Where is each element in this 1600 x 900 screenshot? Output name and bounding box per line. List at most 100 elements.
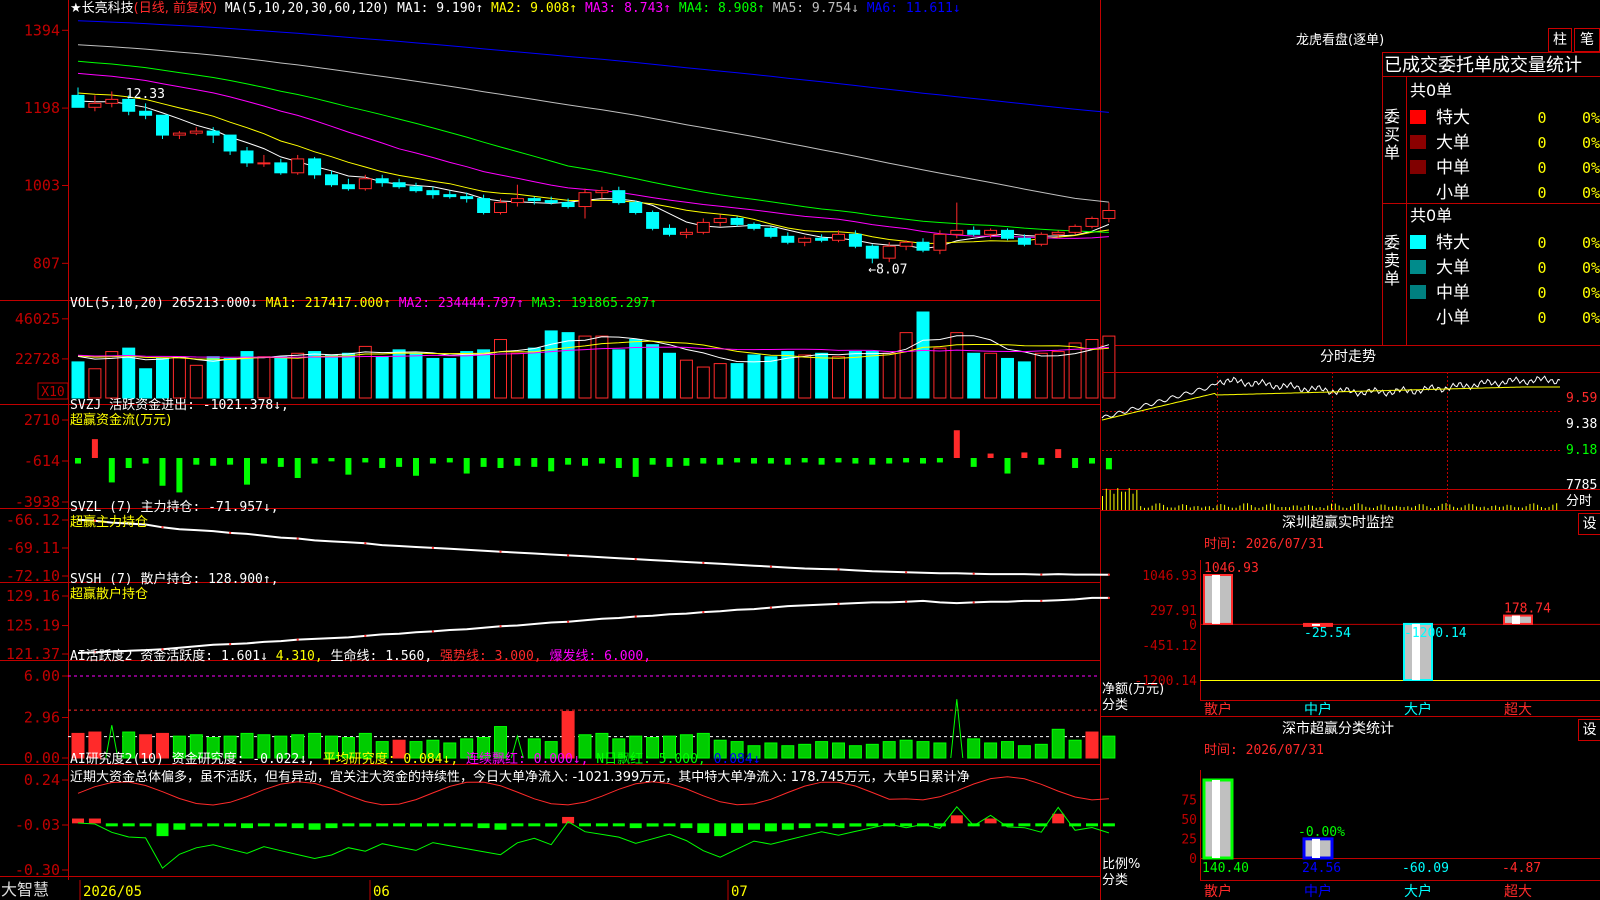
volume-bar bbox=[696, 366, 710, 399]
research-bar bbox=[173, 823, 186, 830]
classify-tick-label: 0 bbox=[1189, 852, 1197, 867]
intraday-volume-bar bbox=[1105, 488, 1107, 510]
research-bar bbox=[714, 823, 727, 837]
intraday-volume-bar bbox=[1441, 503, 1443, 510]
ma-line-2 bbox=[77, 92, 1109, 245]
intraday-volume-bar bbox=[1537, 504, 1539, 510]
candle-body bbox=[88, 102, 102, 108]
intraday-volume-bar bbox=[1113, 493, 1115, 510]
sell-orders-label: 委卖单 bbox=[1384, 233, 1401, 288]
monitor-ylabel: 净额(万元) bbox=[1102, 682, 1165, 697]
intraday-volume-bar bbox=[1178, 505, 1180, 510]
flow-bar bbox=[345, 458, 352, 475]
candle-body bbox=[443, 194, 457, 198]
svzl-dot bbox=[364, 542, 367, 545]
monitor-value-label: -25.54 bbox=[1304, 626, 1351, 641]
research-bar bbox=[494, 823, 507, 830]
volume-bar bbox=[629, 339, 643, 399]
intraday-volume-bar bbox=[1491, 505, 1493, 510]
intraday-volume-bar bbox=[1216, 505, 1218, 510]
volume-bar bbox=[798, 354, 812, 399]
volume-bar bbox=[663, 352, 676, 399]
intraday-volume-bar bbox=[1453, 506, 1455, 510]
ai2-v3: 连续飘红: 0.000↓, bbox=[466, 752, 589, 767]
flow-bar bbox=[903, 458, 910, 463]
sell-row-name: 小单 bbox=[1436, 308, 1470, 328]
volume-bar bbox=[815, 352, 829, 399]
flow-bar bbox=[767, 458, 774, 464]
intraday-volume-bar bbox=[1430, 507, 1432, 510]
volume-bar bbox=[392, 349, 406, 399]
intraday-volume-bar bbox=[1445, 503, 1447, 510]
flow-bar bbox=[751, 458, 757, 464]
volume-bar bbox=[223, 357, 237, 399]
candle-body bbox=[696, 221, 710, 233]
intraday-volume-bar bbox=[1243, 503, 1245, 510]
intraday-volume-bar bbox=[1548, 506, 1550, 510]
flow-bar bbox=[311, 458, 318, 464]
monitor-tick-label: 1046.93 bbox=[1142, 569, 1197, 584]
sell-row-pct: 0% bbox=[1582, 309, 1600, 327]
classify-settings-button[interactable]: 设 bbox=[1578, 719, 1600, 741]
research-bar bbox=[443, 823, 456, 827]
flow-bar bbox=[1105, 458, 1112, 470]
intraday-volume-bar bbox=[1456, 507, 1458, 510]
ai2-comment: 近期大资金总体偏多，虽不活跃，但有异动，宜关注大资金的持续性，今日大单净流入: … bbox=[70, 770, 970, 785]
research-bar bbox=[984, 818, 997, 824]
tick-mode-button[interactable]: 笔 bbox=[1574, 28, 1600, 52]
research-bar bbox=[612, 823, 625, 827]
bar-mode-button[interactable]: 柱 bbox=[1548, 28, 1572, 52]
svzj-tick-label: -614 bbox=[24, 452, 60, 470]
intraday-volume-bar bbox=[1277, 507, 1279, 510]
volume-bar bbox=[325, 354, 338, 399]
research-bar bbox=[190, 823, 203, 827]
date-label: 07 bbox=[731, 884, 748, 900]
research-bar bbox=[342, 823, 355, 827]
intraday-volume-bar bbox=[1124, 491, 1126, 510]
candle-body bbox=[967, 229, 981, 235]
svzl-dot bbox=[296, 537, 299, 540]
intraday-volume-bar bbox=[1529, 503, 1531, 510]
flow-bar bbox=[818, 458, 825, 465]
candle-body bbox=[71, 94, 85, 108]
classify-tick-label: 25 bbox=[1181, 833, 1197, 848]
monitor-time: 时间: 2026/07/31 bbox=[1204, 537, 1324, 552]
candle-body bbox=[612, 190, 626, 204]
monitor-bar bbox=[1203, 574, 1233, 625]
candle-body bbox=[713, 217, 727, 223]
intraday-volume-bar bbox=[1235, 507, 1237, 510]
flow-bar bbox=[987, 453, 994, 458]
buy-row-swatch bbox=[1410, 135, 1426, 149]
candle-body bbox=[510, 198, 524, 204]
sell-row-swatch bbox=[1410, 285, 1426, 299]
volume-bar bbox=[257, 356, 271, 399]
buy-row-swatch bbox=[1410, 160, 1426, 174]
candle-body bbox=[223, 134, 237, 152]
intraday-volume-bar bbox=[1540, 506, 1542, 510]
sell-row-swatch bbox=[1410, 310, 1426, 324]
flow-bar bbox=[294, 458, 301, 478]
activity-bar bbox=[798, 743, 812, 759]
vol-unit-label: X10 bbox=[41, 385, 64, 400]
intraday-volume-bar bbox=[1239, 505, 1241, 510]
classify-bar bbox=[1302, 837, 1334, 860]
activity-bar bbox=[967, 738, 981, 759]
app-name: 大智慧 bbox=[1, 880, 50, 899]
flow-bar bbox=[1004, 458, 1011, 474]
research-bar bbox=[1052, 813, 1065, 824]
svsh-dot bbox=[431, 630, 434, 633]
svsh-dot bbox=[1107, 596, 1110, 599]
intraday-volume-bar bbox=[1468, 503, 1470, 510]
svsh-subtitle: 超赢散户持仓 bbox=[70, 587, 149, 602]
volume-bar bbox=[595, 335, 609, 399]
intraday-volume-bar bbox=[1476, 506, 1478, 510]
flow-bar bbox=[75, 458, 81, 464]
sell-row-name: 中单 bbox=[1436, 283, 1470, 303]
volume-bar bbox=[1034, 352, 1048, 399]
activity-bar bbox=[781, 745, 795, 759]
intraday-volume-bar bbox=[1258, 507, 1260, 510]
monitor-settings-button[interactable]: 设 bbox=[1578, 513, 1600, 535]
candle-body bbox=[172, 132, 186, 136]
high-price-label: 12.33 bbox=[126, 87, 165, 102]
ai1-legend: AI活跃度2 资金活跃度: 1.601↓ bbox=[70, 649, 268, 664]
